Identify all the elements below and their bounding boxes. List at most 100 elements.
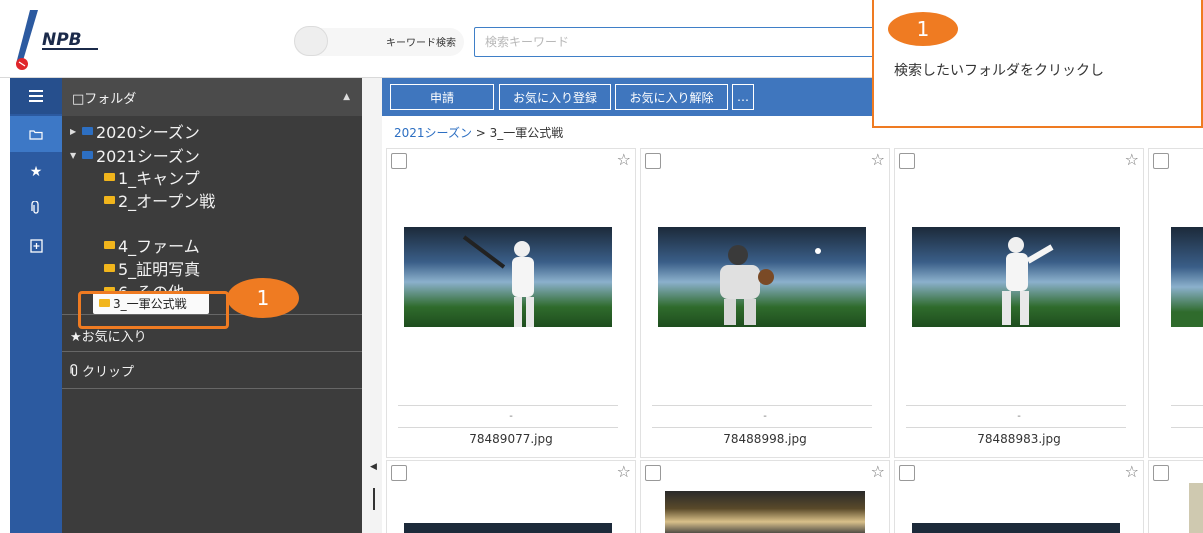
photo-caption: -	[763, 411, 767, 422]
folder-icon	[104, 264, 115, 272]
search-input[interactable]	[474, 27, 894, 57]
photo-card[interactable]: ☆	[640, 460, 890, 533]
photo-thumbnail[interactable]	[665, 491, 865, 533]
add-file-icon[interactable]	[10, 228, 62, 264]
breadcrumb-current: 3_一軍公式戦	[489, 126, 564, 140]
folder-icon	[104, 173, 115, 181]
folder-icon	[104, 241, 115, 249]
tree-item-label: 5_証明写真	[118, 260, 201, 279]
divider	[1171, 427, 1203, 428]
app-window: NPB キーワード検索 ★ □フォルダ ▲ ▶	[0, 0, 1203, 533]
add-favorite-button[interactable]: お気に入り登録	[499, 84, 611, 110]
photo-card-partial[interactable]	[1148, 148, 1203, 458]
select-checkbox[interactable]	[1153, 153, 1169, 169]
divider	[398, 427, 618, 428]
tree-item-id-photo[interactable]: 5_証明写真	[104, 258, 201, 279]
pitcher-silhouette	[1002, 237, 1054, 325]
photo-filename: 78488998.jpg	[723, 432, 807, 446]
highlight-frame	[78, 291, 229, 329]
step-badge: 1	[227, 278, 299, 318]
icon-rail: ★	[10, 78, 62, 533]
photo-thumbnail[interactable]	[1171, 227, 1203, 327]
keyword-search-label: キーワード検索	[386, 38, 456, 49]
photo-thumbnail[interactable]	[658, 227, 866, 327]
photo-card[interactable]: ☆	[894, 460, 1144, 533]
photo-thumbnail[interactable]	[912, 227, 1120, 327]
select-checkbox[interactable]	[1153, 465, 1169, 481]
favorite-star-icon[interactable]: ☆	[871, 150, 885, 169]
star-icon[interactable]: ★	[10, 154, 62, 190]
photo-thumbnail[interactable]	[912, 523, 1120, 533]
divider	[1171, 405, 1203, 406]
folder-panel-header[interactable]: □フォルダ ▲	[62, 78, 362, 116]
photo-card[interactable]: ☆	[386, 460, 636, 533]
expand-arrow-icon[interactable]: ▶	[70, 127, 82, 136]
select-checkbox[interactable]	[645, 465, 661, 481]
folder-icon	[82, 127, 93, 135]
favorite-star-icon[interactable]: ☆	[1125, 462, 1139, 481]
favorite-star-icon[interactable]: ☆	[1125, 150, 1139, 169]
breadcrumb-parent[interactable]: 2021シーズン	[394, 126, 472, 140]
divider	[398, 405, 618, 406]
divider	[652, 427, 872, 428]
folder-icon[interactable]	[10, 116, 62, 152]
select-checkbox[interactable]	[645, 153, 661, 169]
select-checkbox[interactable]	[391, 153, 407, 169]
breadcrumb-separator: >	[471, 126, 490, 140]
favorite-star-icon[interactable]: ☆	[617, 462, 631, 481]
photo-thumbnail[interactable]	[404, 523, 612, 533]
collapse-caret-icon[interactable]: ▲	[343, 92, 350, 102]
breadcrumb: 2021シーズン > 3_一軍公式戦	[394, 124, 563, 141]
clip-icon[interactable]	[10, 190, 62, 226]
photo-thumbnail[interactable]	[404, 227, 612, 327]
menu-icon[interactable]	[10, 78, 62, 114]
catcher-silhouette	[720, 245, 821, 325]
photo-caption: -	[509, 411, 513, 422]
tree-item-open[interactable]: 2_オープン戦	[104, 190, 216, 211]
divider	[62, 388, 362, 389]
clips-section[interactable]: クリップ	[70, 361, 134, 380]
photo-filename: 78489077.jpg	[469, 432, 553, 446]
divider	[62, 351, 362, 352]
photo-thumbnail[interactable]	[1189, 483, 1203, 533]
divider	[906, 405, 1126, 406]
npb-logo[interactable]: NPB	[12, 8, 122, 72]
tree-item-farm[interactable]: 4_ファーム	[104, 235, 200, 256]
favorite-star-icon[interactable]: ☆	[871, 462, 885, 481]
clips-label: クリップ	[82, 365, 135, 380]
tree-item-label: 2020シーズン	[96, 123, 200, 142]
more-button[interactable]: …	[732, 84, 754, 110]
tree-item-2020[interactable]: ▶ 2020シーズン	[70, 121, 200, 142]
resize-handle[interactable]	[373, 488, 375, 510]
folder-panel-title: □フォルダ	[72, 91, 137, 107]
tree-item-2021[interactable]: ▼ 2021シーズン	[70, 145, 200, 166]
favorite-star-icon[interactable]: ☆	[617, 150, 631, 169]
select-checkbox[interactable]	[899, 153, 915, 169]
collapse-left-icon[interactable]: ◀	[370, 462, 377, 472]
folder-icon	[82, 151, 93, 159]
tree-item-label: 2021シーズン	[96, 147, 200, 166]
tree-item-label: 4_ファーム	[118, 237, 200, 256]
collapse-arrow-icon[interactable]: ▼	[70, 151, 82, 160]
apply-button[interactable]: 申請	[390, 84, 494, 110]
photo-card[interactable]: ☆ - 78488983.jpg	[894, 148, 1144, 458]
photo-card[interactable]: ☆ - 78488998.jpg	[640, 148, 890, 458]
batter-silhouette	[462, 235, 534, 327]
select-checkbox[interactable]	[391, 465, 407, 481]
tree-item-label: 2_オープン戦	[118, 192, 216, 211]
select-checkbox[interactable]	[899, 465, 915, 481]
clip-icon	[70, 364, 78, 377]
photo-card-partial[interactable]	[1148, 460, 1203, 533]
divider	[652, 405, 872, 406]
tree-item-camp[interactable]: 1_キャンプ	[104, 167, 200, 188]
photo-card[interactable]: ☆ - 78489077.jpg	[386, 148, 636, 458]
photo-caption: -	[1017, 411, 1021, 422]
instruction-callout: 1 検索したいフォルダをクリックし	[872, 0, 1203, 128]
remove-favorite-button[interactable]: お気に入り解除	[615, 84, 728, 110]
search-mode-toggle[interactable]	[294, 26, 328, 56]
callout-text: 検索したいフォルダをクリックし	[894, 63, 1104, 79]
folder-icon	[104, 196, 115, 204]
callout-step-badge: 1	[888, 12, 958, 46]
photo-filename: 78488983.jpg	[977, 432, 1061, 446]
tree-item-label: 1_キャンプ	[118, 169, 200, 188]
